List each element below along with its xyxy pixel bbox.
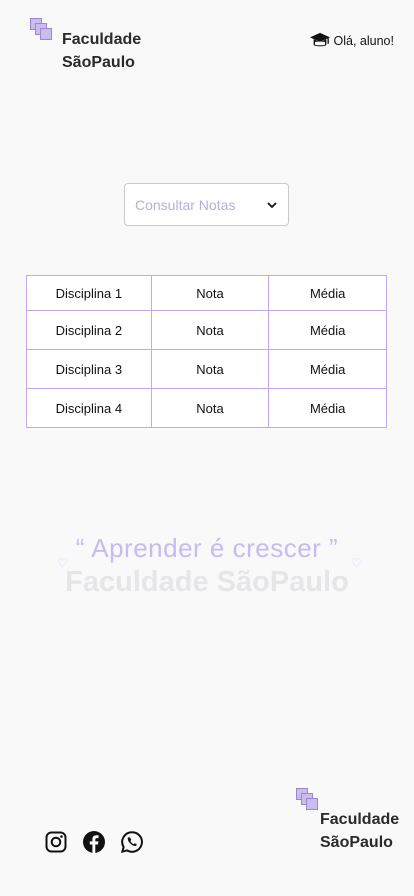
brand-line-1: Faculdade <box>62 31 142 48</box>
chevron-down-icon <box>267 201 277 208</box>
brand-line-1: Faculdade <box>320 811 400 828</box>
subject-cell: Disciplina 2 <box>26 310 152 350</box>
subject-cell: Disciplina 4 <box>26 388 152 428</box>
heart-icon: ♡ <box>57 556 68 570</box>
table-row: Disciplina 1 Nota Média <box>26 275 387 311</box>
greeting-text: Olá, aluno! <box>333 34 394 48</box>
motto-subtitle: Faculdade SãoPaulo <box>65 566 349 598</box>
facebook-icon[interactable] <box>82 830 106 854</box>
heart-icon: ♡ <box>351 556 362 570</box>
average-cell: Média <box>268 388 387 428</box>
user-greeting[interactable]: Olá, aluno! <box>309 31 394 51</box>
grade-cell: Nota <box>150 310 270 350</box>
brand-line-2: SãoPaulo <box>320 834 393 851</box>
average-cell: Média <box>268 310 387 350</box>
notes-select[interactable]: Consultar Notas <box>124 183 289 226</box>
grade-cell: Nota <box>150 388 270 428</box>
average-cell: Média <box>268 275 387 311</box>
grades-table: Disciplina 1 Nota Média Disciplina 2 Not… <box>26 275 387 428</box>
graduation-cap-icon <box>309 32 330 47</box>
table-row: Disciplina 4 Nota Média <box>26 388 387 428</box>
table-row: Disciplina 3 Nota Média <box>26 349 387 389</box>
footer-brand[interactable]: Faculdade SãoPaulo <box>320 808 399 854</box>
social-links <box>44 830 144 854</box>
brand-logo-icon <box>296 788 320 812</box>
subject-cell: Disciplina 3 <box>26 349 152 389</box>
grade-cell: Nota <box>150 349 270 389</box>
brand-line-2: SãoPaulo <box>62 54 135 71</box>
notes-select-value: Consultar Notas <box>135 196 236 213</box>
instagram-icon[interactable] <box>44 830 68 854</box>
subject-cell: Disciplina 1 <box>26 275 152 311</box>
grade-cell: Nota <box>150 275 270 311</box>
average-cell: Média <box>268 349 387 389</box>
header-brand[interactable]: Faculdade SãoPaulo <box>62 28 141 74</box>
brand-logo-icon <box>30 18 54 42</box>
whatsapp-icon[interactable] <box>120 830 144 854</box>
table-row: Disciplina 2 Nota Média <box>26 310 387 350</box>
